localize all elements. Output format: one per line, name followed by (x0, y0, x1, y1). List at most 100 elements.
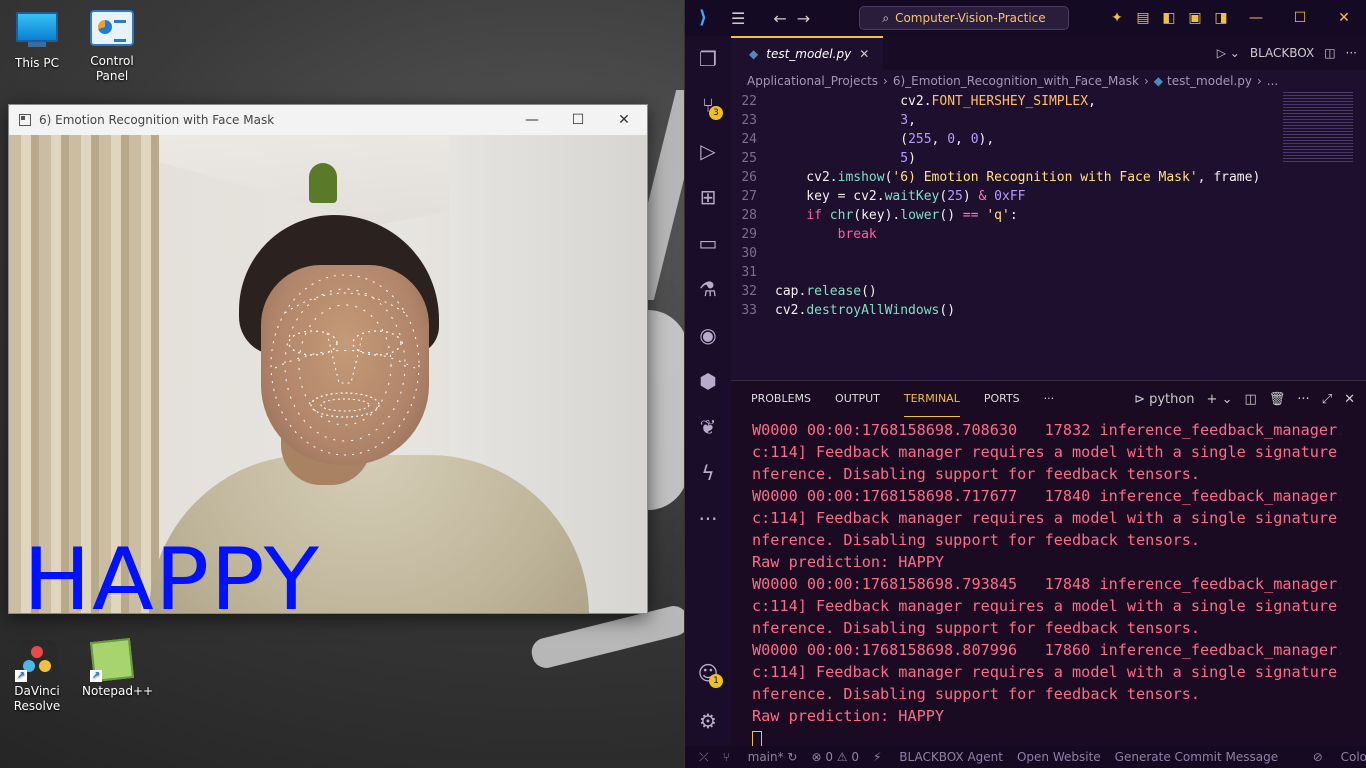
remote-explorer-icon[interactable]: ▭ (685, 220, 731, 266)
close-button[interactable]: ✕ (601, 105, 647, 135)
code-line[interactable]: 26 cv2.imshow('6) Emotion Recognition wi… (731, 168, 1271, 187)
run-python-file-icon[interactable]: ▷ ⌄ (1217, 46, 1240, 60)
more-actions-icon[interactable]: ··· (1346, 46, 1357, 60)
close-button[interactable]: ✕ (1322, 10, 1366, 26)
terminal-line: W0000 00:00:1768158698.807996 17860 infe… (752, 641, 1341, 659)
line-source: key = cv2.waitKey(25) & 0xFF (775, 189, 1026, 204)
terminal-line: Raw prediction: HAPPY (752, 553, 945, 571)
split-terminal-icon[interactable]: ◫ (1244, 392, 1256, 407)
line-source: (255, 0, 0), (775, 132, 995, 147)
maximize-button[interactable]: ☐ (1278, 10, 1322, 26)
breadcrumb-item[interactable]: ... (1267, 74, 1278, 88)
terminal-line: nference. Disabling support for feedback… (752, 465, 1201, 483)
colors-status[interactable]: ⊘ Colo (1313, 750, 1366, 764)
github-icon[interactable]: ◉ (685, 312, 731, 358)
breadcrumb-item[interactable]: 6)_Emotion_Recognition_with_Face_Mask (893, 74, 1139, 88)
minimize-button[interactable]: — (1234, 10, 1278, 26)
code-line[interactable]: 23 3, (731, 111, 1271, 130)
desktop-icon-notepad-plus-plus[interactable]: ↗ Notepad++ (82, 638, 153, 699)
navigation-arrows[interactable]: ←→ (773, 9, 820, 28)
line-number: 30 (741, 246, 757, 261)
maximize-panel-icon[interactable]: ⤢ (1322, 392, 1332, 407)
desktop-icon-label: Control Panel (90, 54, 134, 83)
code-editor[interactable]: 22 cv2.FONT_HERSHEY_SIMPLEX, 23 3, 24 (255… (731, 92, 1271, 320)
line-number: 23 (741, 113, 757, 128)
more-icon[interactable]: ··· (685, 496, 731, 542)
problems-count[interactable]: ⊗ 0 ⚠ 0 (811, 750, 859, 764)
window-titlebar[interactable]: 6) Emotion Recognition with Face Mask — … (9, 105, 647, 135)
line-number: 28 (741, 208, 757, 223)
terminal-line: c:114] Feedback manager requires a model… (752, 443, 1341, 461)
extensions-icon[interactable]: ⊞ (685, 174, 731, 220)
desktop-icon-davinci-resolve[interactable]: ↗ DaVinci Resolve (7, 640, 67, 714)
shortcut-arrow-icon: ↗ (15, 670, 27, 682)
copilot-icon[interactable]: ✦ (1104, 10, 1130, 26)
menu-icon[interactable]: ☰ (731, 9, 745, 28)
bottom-panel[interactable]: PROBLEMS OUTPUT TERMINAL PORTS ··· ⊳ pyt… (731, 380, 1366, 751)
accounts-icon[interactable]: ☺ 1 (685, 650, 731, 696)
code-line[interactable]: 31 (731, 263, 1271, 282)
desktop-icon-this-pc[interactable]: This PC (7, 10, 67, 71)
settings-gear-icon[interactable]: ⚙ (685, 698, 731, 744)
open-website-status[interactable]: Open Website (1017, 750, 1101, 764)
terminal-line: c:114] Feedback manager requires a model… (752, 597, 1341, 615)
tab-test-model-py[interactable]: ◆ test_model.py ✕ (731, 36, 884, 70)
tab-problems[interactable]: PROBLEMS (751, 381, 811, 417)
editor-area[interactable]: ◆ test_model.py ✕ ▷ ⌄ BLACKBOX ◫ ··· App… (731, 36, 1366, 380)
emotion-recognition-window[interactable]: 6) Emotion Recognition with Face Mask — … (8, 104, 648, 614)
terminal-line: W0000 00:00:1768158698.708630 17832 infe… (752, 421, 1341, 439)
kill-terminal-icon[interactable]: 🗑 (1269, 392, 1286, 407)
code-line[interactable]: 25 5) (731, 149, 1271, 168)
tab-terminal[interactable]: TERMINAL (903, 381, 960, 417)
close-tab-icon[interactable]: ✕ (859, 47, 869, 61)
terminal-shell-label[interactable]: python (1149, 392, 1194, 407)
python-file-icon: ◆ (749, 47, 759, 61)
maximize-button[interactable]: ☐ (555, 105, 601, 135)
git-branch[interactable]: ⑂ main* ↻ (723, 750, 798, 764)
toggle-secondary-sidebar-icon[interactable]: ◨ (1208, 10, 1234, 26)
testing-icon[interactable]: ⚗ (685, 266, 731, 312)
code-line[interactable]: 33 cv2.destroyAllWindows() (731, 301, 1271, 320)
remote-icon[interactable]: ⤫ (699, 750, 709, 765)
split-editor-icon[interactable]: ◫ (1324, 46, 1335, 60)
close-panel-icon[interactable]: ✕ (1344, 392, 1355, 407)
new-terminal-icon[interactable]: + ⌄ (1207, 392, 1233, 407)
code-line[interactable]: 32 cap.release() (731, 282, 1271, 301)
emotion-prediction-label: HAPPY (23, 530, 321, 613)
source-control-icon[interactable]: ⑂ 3 (685, 82, 731, 128)
breadcrumb-item[interactable]: Applicational_Projects (747, 74, 878, 88)
control-panel-icon (90, 10, 134, 50)
code-line[interactable]: 28 if chr(key).lower() == 'q': (731, 206, 1271, 225)
package-icon[interactable]: ⬢ (685, 358, 731, 404)
terminal-output[interactable]: W0000 00:00:1768158698.708630 17832 infe… (731, 417, 1341, 751)
tab-ports[interactable]: PORTS (984, 381, 1020, 417)
code-line[interactable]: 29 break (731, 225, 1271, 244)
line-source: cv2.imshow('6) Emotion Recognition with … (775, 170, 1261, 185)
minimap[interactable] (1283, 92, 1353, 162)
toggle-sidebar-icon[interactable]: ◧ (1156, 10, 1182, 26)
desktop-icon-control-panel[interactable]: Control Panel (82, 10, 142, 84)
line-source: cap.release() (775, 284, 877, 299)
code-line[interactable]: 22 cv2.FONT_HERSHEY_SIMPLEX, (731, 92, 1271, 111)
command-search-box[interactable]: ⌕ Computer-Vision-Practice (859, 6, 1069, 30)
tab-output[interactable]: OUTPUT (835, 381, 880, 417)
panel-more-icon[interactable]: ··· (1044, 381, 1055, 417)
minimize-button[interactable]: — (509, 105, 555, 135)
blackbox-agent-status[interactable]: ⚡ BLACKBOX Agent (873, 750, 1003, 764)
blackbox-button[interactable]: BLACKBOX (1250, 46, 1314, 60)
vscode-titlebar[interactable]: ⟩ ☰ ←→ ⌕ Computer-Vision-Practice ✦ ▤ ◧ … (685, 0, 1366, 36)
lightning-icon[interactable]: ϟ (685, 450, 731, 496)
vscode-window[interactable]: ⟩ ☰ ←→ ⌕ Computer-Vision-Practice ✦ ▤ ◧ … (684, 0, 1366, 768)
layout-icon[interactable]: ▤ (1130, 10, 1156, 26)
explorer-icon[interactable]: ❐ (685, 36, 731, 82)
breadcrumb-item[interactable]: test_model.py (1167, 74, 1252, 88)
status-bar: ⤫ ⑂ main* ↻ ⊗ 0 ⚠ 0 ⚡ BLACKBOX Agent Ope… (685, 746, 1366, 768)
generate-commit-message-status[interactable]: Generate Commit Message (1115, 750, 1278, 764)
toggle-panel-icon[interactable]: ▣ (1182, 10, 1208, 26)
code-line[interactable]: 27 key = cv2.waitKey(25) & 0xFF (731, 187, 1271, 206)
panel-more-actions-icon[interactable]: ··· (1297, 392, 1309, 407)
run-debug-icon[interactable]: ▷ (685, 128, 731, 174)
mongodb-leaf-icon[interactable]: ❦ (685, 404, 731, 450)
code-line[interactable]: 24 (255, 0, 0), (731, 130, 1271, 149)
code-line[interactable]: 30 (731, 244, 1271, 263)
